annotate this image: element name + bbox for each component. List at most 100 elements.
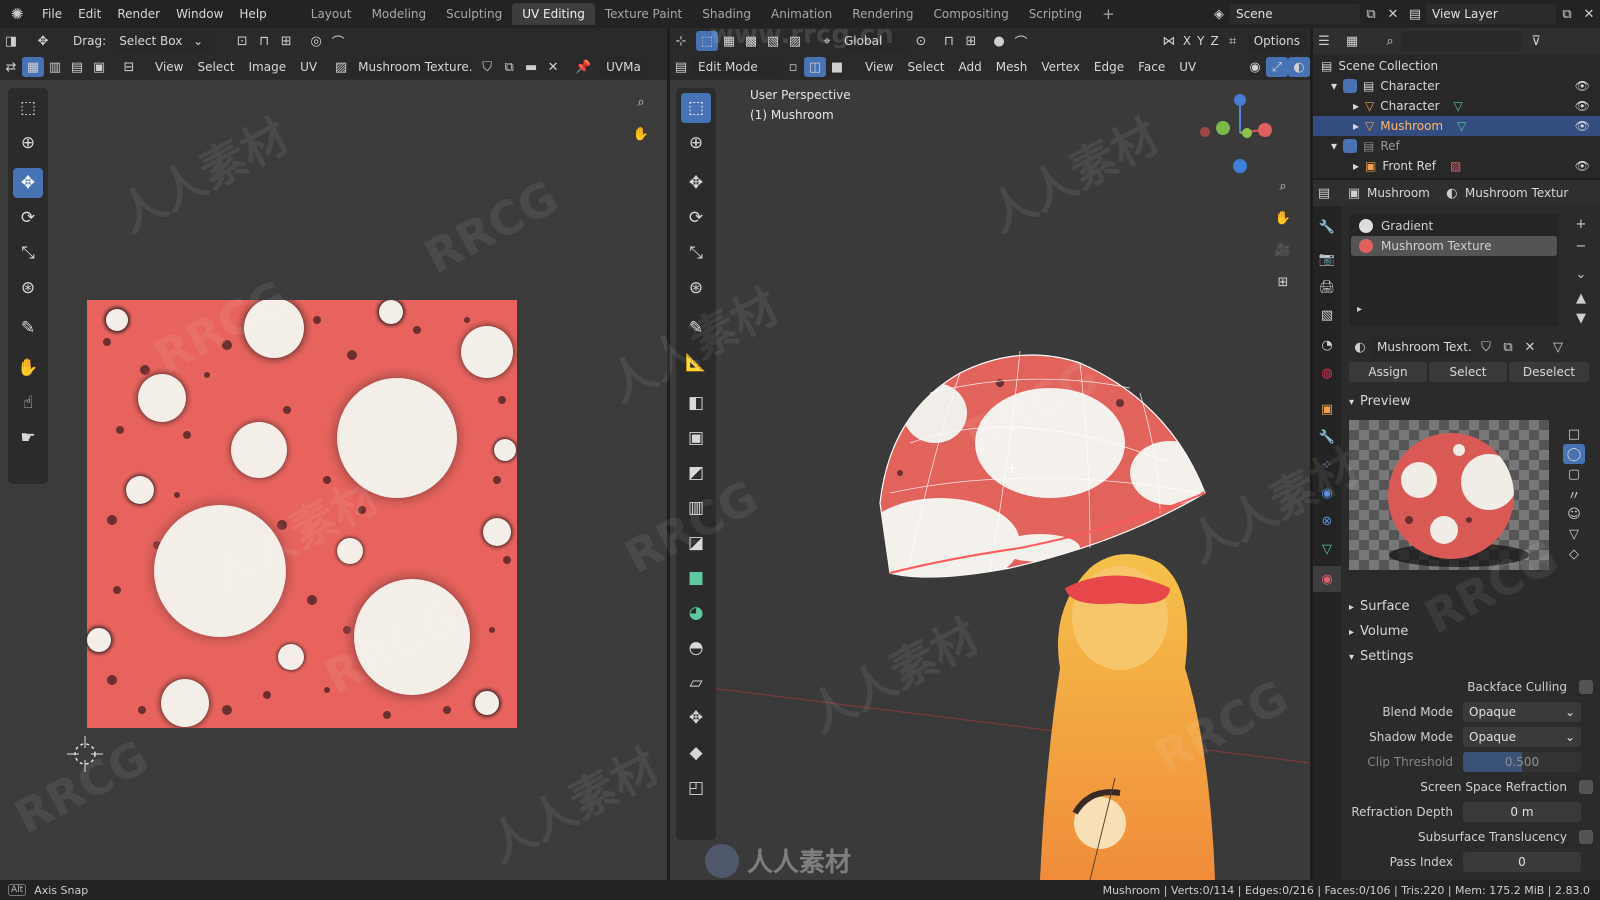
annotate-icon[interactable]: ✎ xyxy=(13,313,43,343)
ssr-checkbox[interactable] xyxy=(1579,780,1593,794)
sticky-select-icon[interactable]: ⊟ xyxy=(118,57,140,77)
refraction-depth-field[interactable]: 0 m xyxy=(1463,802,1581,822)
relax-icon[interactable]: ☝ xyxy=(13,388,43,418)
drag-select-dropdown[interactable]: Select Box ⌄ xyxy=(113,31,210,51)
tab-shading[interactable]: Shading xyxy=(692,3,761,25)
eye-icon[interactable]: 👁 xyxy=(1575,99,1590,113)
tab-rendering[interactable]: Rendering xyxy=(842,3,923,25)
add-slot-icon[interactable]: + xyxy=(1570,214,1592,234)
unlink-image-icon[interactable]: ✕ xyxy=(542,57,564,77)
preview-hair-icon[interactable]: 〃 xyxy=(1563,484,1585,504)
expand-arrow-icon[interactable]: ▾ xyxy=(1331,79,1337,93)
uv-map-field[interactable]: UVMa xyxy=(600,57,647,77)
uv-menu-view[interactable]: View xyxy=(148,60,190,74)
material-name-field[interactable]: Mushroom Text... xyxy=(1371,337,1471,357)
settings-panel-title[interactable]: ▾ Settings xyxy=(1349,645,1413,669)
gizmo-y-icon[interactable] xyxy=(1216,121,1230,135)
filter-icon[interactable]: ⊽ xyxy=(1525,31,1547,51)
falloff-icon[interactable]: ⌒ xyxy=(327,31,349,51)
vp-cursor-icon[interactable]: ⊕ xyxy=(681,128,711,158)
navigation-gizmo[interactable] xyxy=(1195,88,1285,178)
vp-rotate-icon[interactable]: ⟳ xyxy=(681,203,711,233)
material-slot-mushroom-texture[interactable]: Mushroom Texture xyxy=(1351,236,1557,256)
edge-select-icon[interactable]: ▥ xyxy=(44,57,66,77)
preview-sphere-icon[interactable]: ◯ xyxy=(1563,444,1585,464)
material-fake-user-icon[interactable]: ⛉ xyxy=(1475,337,1497,357)
open-image-icon[interactable]: ▬ xyxy=(520,57,542,77)
material-browse-icon[interactable]: ◐ xyxy=(1349,337,1371,357)
image-name-field[interactable]: Mushroom Texture... xyxy=(352,57,473,77)
backface-culling-checkbox[interactable] xyxy=(1579,680,1593,694)
output-tab-icon[interactable]: 🖨 xyxy=(1313,274,1341,300)
outliner-search-icon[interactable]: ⌕ xyxy=(1379,31,1401,51)
world-tab-icon[interactable]: ◍ xyxy=(1313,360,1341,386)
expand-arrow-icon[interactable]: ▸ xyxy=(1353,99,1359,113)
vp-transform-icon[interactable]: ⊛ xyxy=(681,273,711,303)
shear-icon[interactable]: ◆ xyxy=(681,738,711,768)
outliner-search-input[interactable] xyxy=(1401,31,1521,51)
expand-arrow-icon[interactable]: ▸ xyxy=(1353,119,1359,133)
vp-measure-icon[interactable]: 📐 xyxy=(681,348,711,378)
clip-threshold-slider[interactable]: 0.500 xyxy=(1463,752,1581,772)
pass-index-field[interactable]: 0 xyxy=(1463,852,1581,872)
camera-view-icon[interactable]: 🎥 xyxy=(1272,240,1294,260)
grab-icon[interactable]: ✋ xyxy=(13,353,43,383)
physics-tab-icon[interactable]: ◉ xyxy=(1313,480,1341,506)
preview-monkey-icon[interactable]: ☺ xyxy=(1563,504,1585,524)
eye-icon[interactable]: 👁 xyxy=(1575,119,1590,133)
move-slot-down-icon[interactable]: ▼ xyxy=(1570,308,1592,328)
image-browse-icon[interactable]: ▨ xyxy=(330,57,352,77)
gizmo-z-icon[interactable] xyxy=(1234,94,1246,106)
tab-animation[interactable]: Animation xyxy=(761,3,842,25)
tab-compositing[interactable]: Compositing xyxy=(923,3,1018,25)
menu-help[interactable]: Help xyxy=(231,0,274,28)
modifier-tab-icon[interactable]: 🔧 xyxy=(1313,424,1341,450)
new-view-layer-icon[interactable]: ⧉ xyxy=(1556,4,1578,24)
blender-logo-icon[interactable]: ✺ xyxy=(0,4,34,24)
scene-selector[interactable]: Scene xyxy=(1230,4,1360,24)
vp-scale-icon[interactable]: ⤡ xyxy=(681,238,711,268)
vertex-select-icon[interactable]: ▦ xyxy=(22,57,44,77)
menu-edit[interactable]: Edit xyxy=(70,0,109,28)
snap-target-icon[interactable]: ⊞ xyxy=(275,31,297,51)
transform-icon[interactable]: ⊛ xyxy=(13,273,43,303)
tab-layout[interactable]: Layout xyxy=(301,3,362,25)
poly-build-icon[interactable]: ■ xyxy=(681,563,711,593)
tab-sculpting[interactable]: Sculpting xyxy=(436,3,512,25)
expand-arrow-icon[interactable]: ▸ xyxy=(1353,159,1359,173)
rip-region-icon[interactable]: ◰ xyxy=(681,773,711,803)
expand-arrow-icon[interactable]: ▸ xyxy=(1357,304,1362,315)
uv-texture-image[interactable] xyxy=(87,300,517,728)
cursor-icon[interactable]: ⊕ xyxy=(13,128,43,158)
preview-flat-icon[interactable]: □ xyxy=(1563,424,1585,444)
knife-icon[interactable]: ◪ xyxy=(681,528,711,558)
delete-view-layer-icon[interactable]: ✕ xyxy=(1578,4,1600,24)
rotate-icon[interactable]: ⟳ xyxy=(13,203,43,233)
island-select-icon[interactable]: ▣ xyxy=(88,57,110,77)
character-mesh[interactable] xyxy=(1020,548,1240,880)
new-image-icon[interactable]: ⧉ xyxy=(498,57,520,77)
vp-zoom-icon[interactable]: ⌕ xyxy=(1272,176,1294,196)
deselect-button[interactable]: Deselect xyxy=(1509,362,1589,382)
eye-icon[interactable]: 👁 xyxy=(1575,159,1590,173)
expand-arrow-icon[interactable]: ▾ xyxy=(1331,139,1337,153)
zoom-icon[interactable]: ⌕ xyxy=(630,92,652,112)
outliner-scene-collection[interactable]: ▤ Scene Collection xyxy=(1313,56,1600,76)
uv-menu-select[interactable]: Select xyxy=(190,60,241,74)
shrink-fatten-icon[interactable]: ✥ xyxy=(681,703,711,733)
outliner-type-icon[interactable]: ☰ xyxy=(1313,31,1335,51)
material-slot-gradient[interactable]: Gradient xyxy=(1351,216,1557,236)
slot-specials-icon[interactable]: ⌄ xyxy=(1570,264,1592,284)
pivot-icon[interactable]: ⊡ xyxy=(231,31,253,51)
bevel-icon[interactable]: ◩ xyxy=(681,458,711,488)
select-button[interactable]: Select xyxy=(1429,362,1507,382)
loop-cut-icon[interactable]: ▥ xyxy=(681,493,711,523)
preview-cube-icon[interactable]: ▢ xyxy=(1563,464,1585,484)
tab-uv-editing[interactable]: UV Editing xyxy=(512,3,595,25)
pin-icon[interactable]: 📌 xyxy=(572,57,594,77)
move-icon[interactable]: ✥ xyxy=(13,168,43,198)
material-link-icon[interactable]: ▽ xyxy=(1547,337,1569,357)
extrude-icon[interactable]: ◧ xyxy=(681,388,711,418)
surface-panel-title[interactable]: ▸ Surface xyxy=(1349,595,1410,619)
preview-cloth-icon[interactable]: ◇ xyxy=(1563,544,1585,564)
